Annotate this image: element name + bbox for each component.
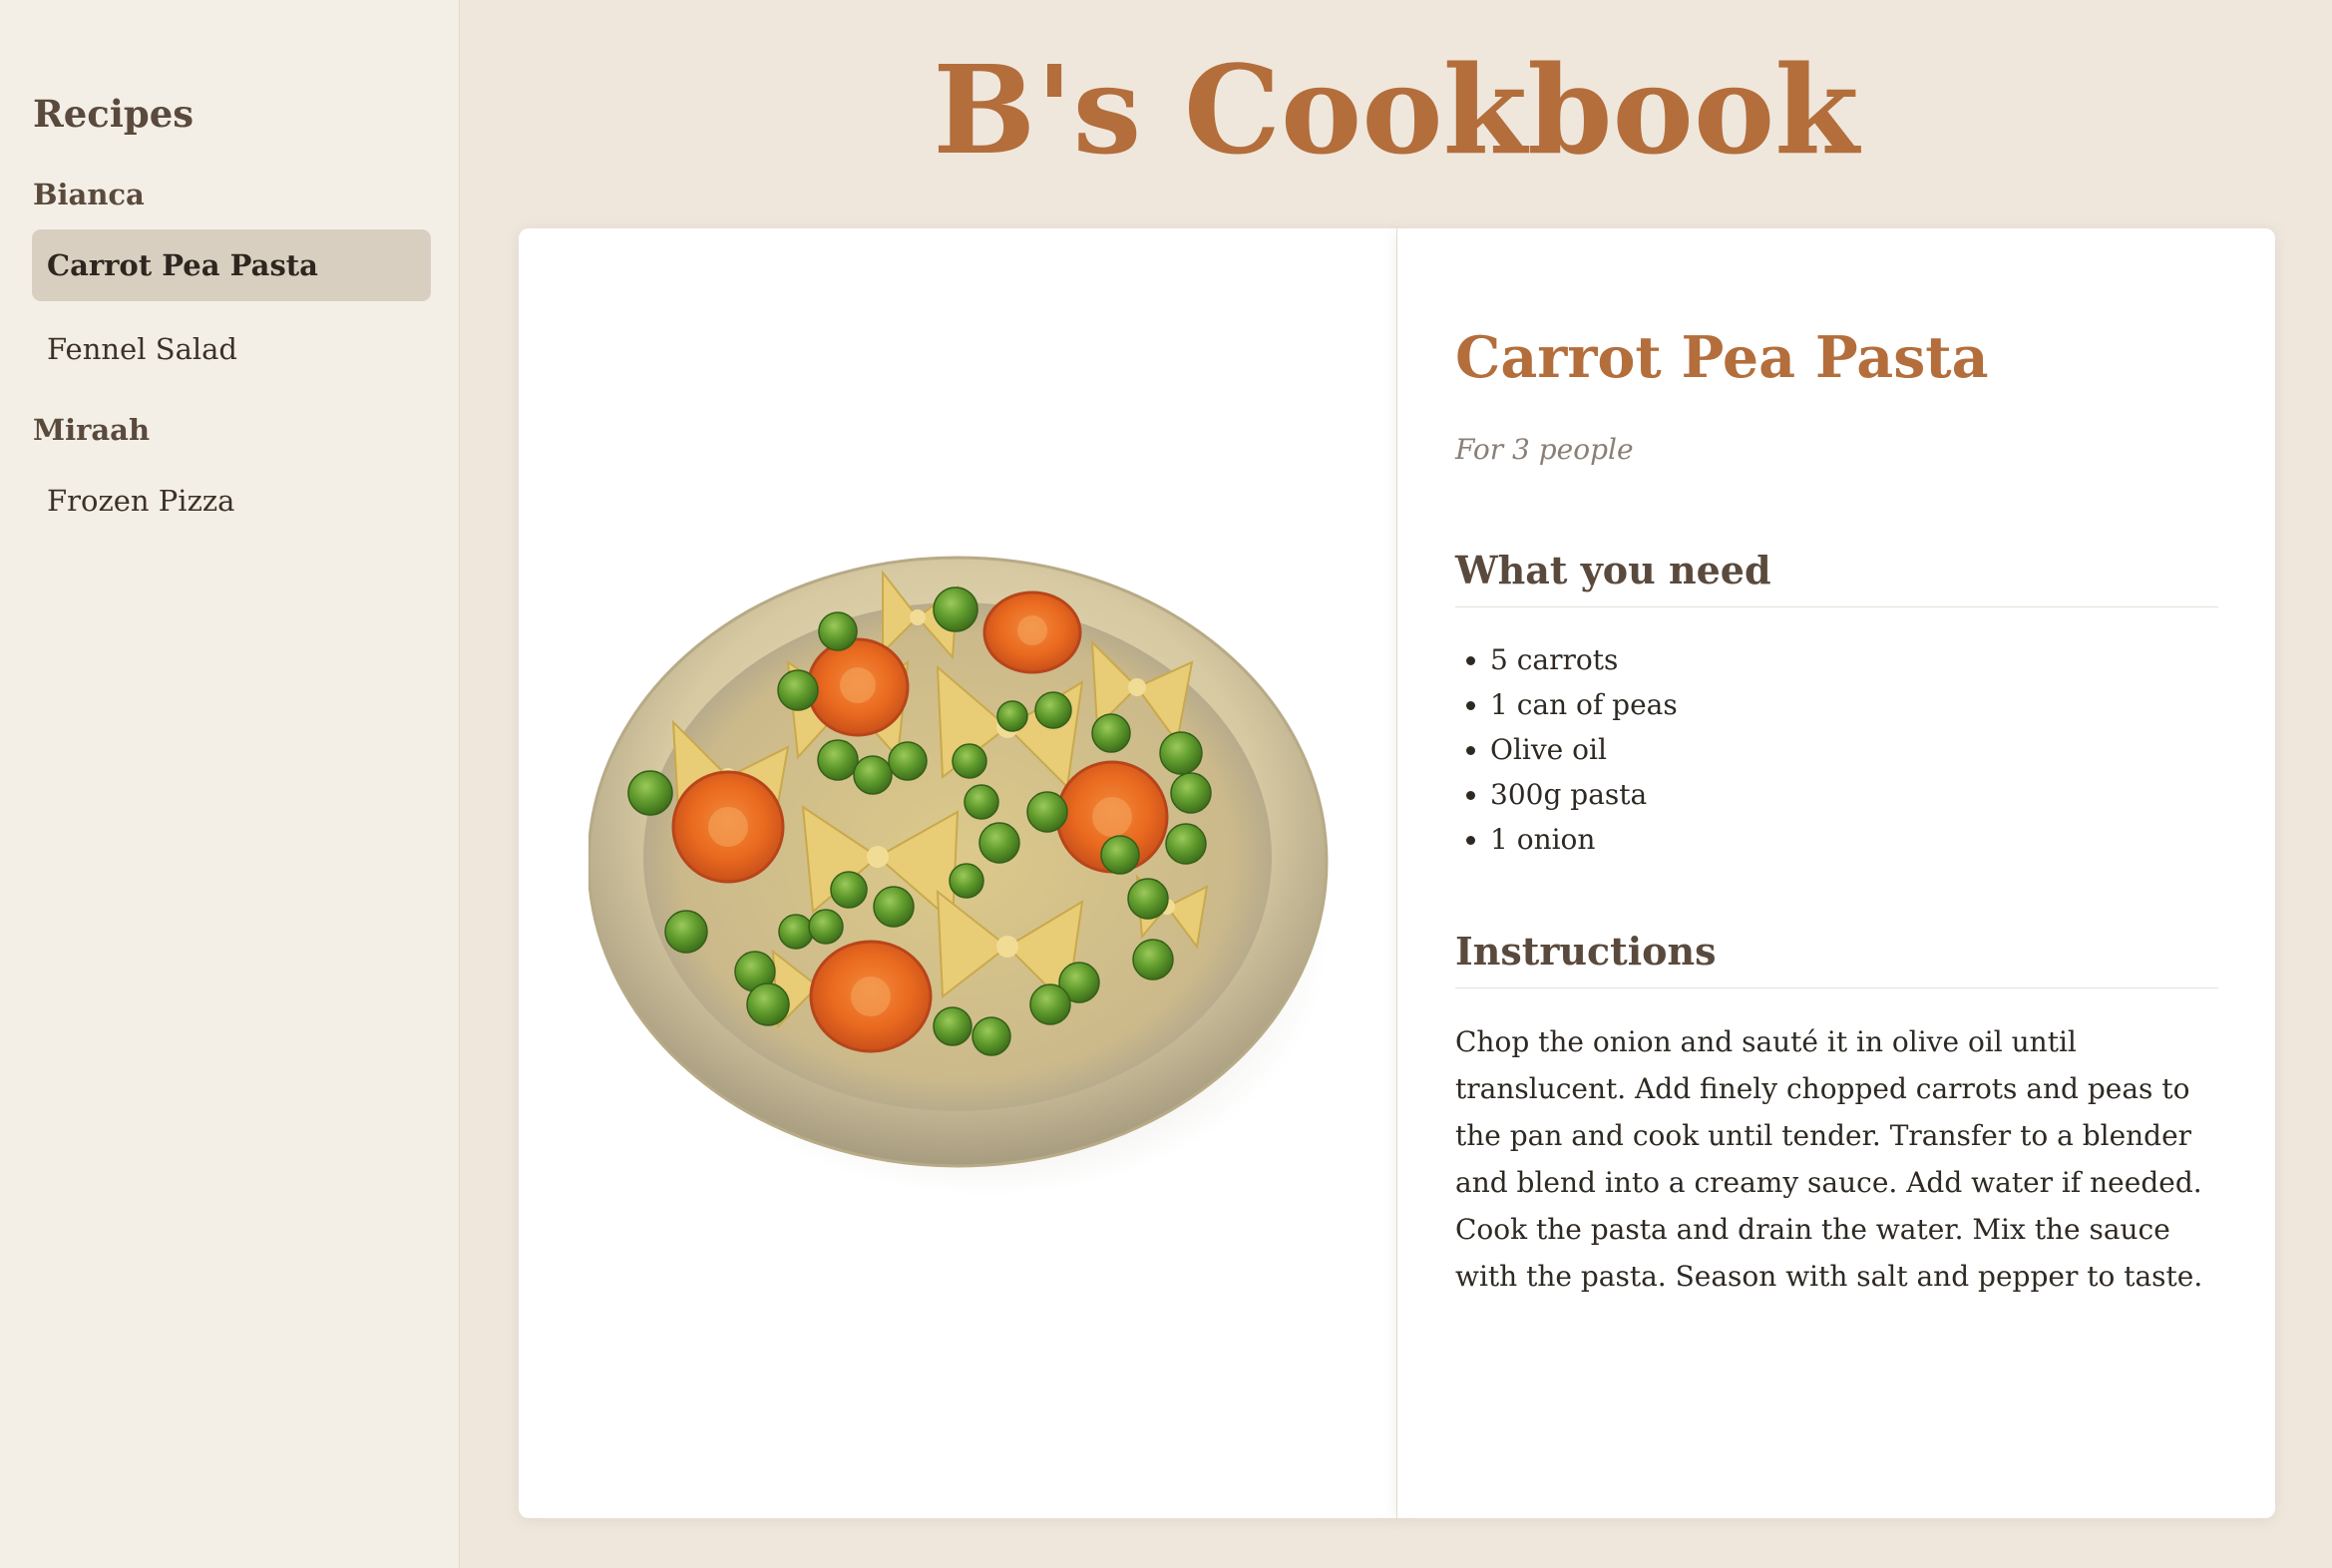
app: Recipes Bianca Carrot Pea Pasta Fennel S… — [0, 0, 2332, 1568]
sidebar-heading: Recipes — [33, 92, 194, 136]
site-title: B's Cookbook — [933, 38, 1859, 182]
ingredients-heading: What you need — [1455, 545, 2218, 607]
instructions-heading: Instructions — [1455, 926, 2218, 988]
ingredient-item: 1 onion — [1490, 817, 1678, 862]
recipe-title: Carrot Pea Pasta — [1455, 324, 1989, 391]
sidebar-section-bianca: Bianca — [33, 178, 145, 211]
ingredients-list: 5 carrots 1 can of peas Olive oil 300g p… — [1455, 637, 1678, 862]
pasta-bowl-illustration — [588, 556, 1329, 1196]
sidebar-section-miraah: Miraah — [33, 413, 151, 447]
recipe-details-card: Carrot Pea Pasta For 3 people What you n… — [1397, 228, 2275, 1518]
sidebar-item-frozen-pizza[interactable]: Frozen Pizza — [32, 465, 431, 537]
ingredient-item: 300g pasta — [1490, 772, 1678, 817]
sidebar: Recipes Bianca Carrot Pea Pasta Fennel S… — [0, 0, 460, 1568]
recipe-servings: For 3 people — [1455, 433, 1634, 466]
ingredient-item: 1 can of peas — [1490, 682, 1678, 727]
sidebar-item-carrot-pea-pasta[interactable]: Carrot Pea Pasta — [32, 229, 431, 301]
sidebar-item-fennel-salad[interactable]: Fennel Salad — [32, 313, 431, 385]
ingredient-item: 5 carrots — [1490, 637, 1678, 682]
instructions-text: Chop the onion and sauté it in olive oil… — [1455, 1025, 2203, 1293]
ingredient-item: Olive oil — [1490, 727, 1678, 772]
recipe-image-card — [519, 228, 1396, 1518]
